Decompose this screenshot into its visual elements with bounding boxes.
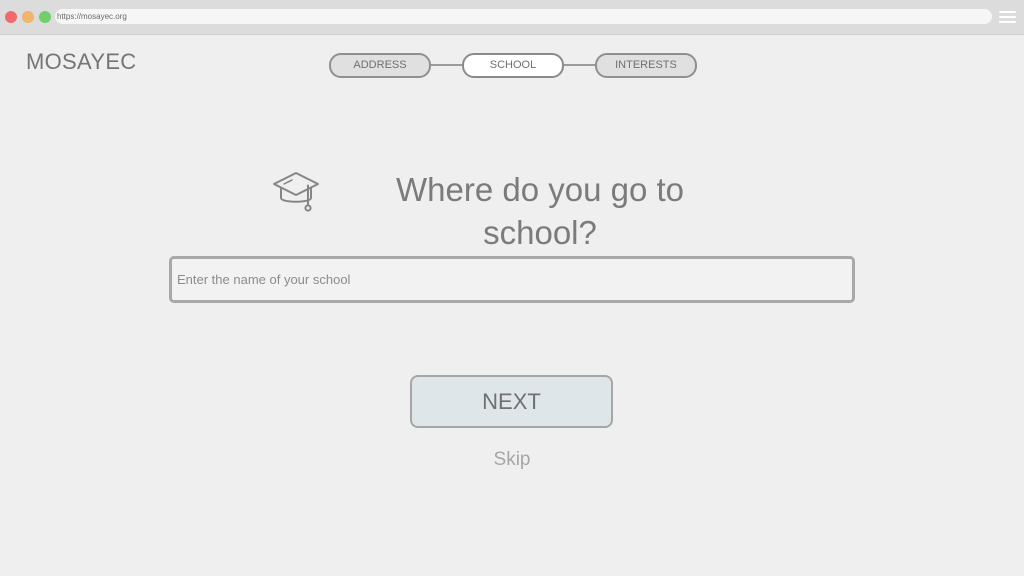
site-logo[interactable]: MOSAYEC bbox=[26, 49, 137, 75]
hamburger-menu-icon[interactable] bbox=[999, 10, 1016, 23]
step-address[interactable]: ADDRESS bbox=[329, 53, 431, 78]
browser-chrome: https://mosayec.org bbox=[0, 0, 1024, 35]
step-connector bbox=[431, 64, 462, 66]
step-school[interactable]: SCHOOL bbox=[462, 53, 564, 78]
graduation-cap-icon bbox=[273, 172, 319, 212]
step-interests[interactable]: INTERESTS bbox=[595, 53, 697, 78]
skip-link[interactable]: Skip bbox=[462, 449, 562, 471]
address-bar[interactable]: https://mosayec.org bbox=[55, 9, 992, 24]
next-button[interactable]: NEXT bbox=[410, 375, 613, 428]
step-connector bbox=[564, 64, 595, 66]
page-question: Where do you go to school? bbox=[395, 171, 684, 251]
minimize-window-button[interactable] bbox=[22, 11, 34, 23]
school-name-input[interactable] bbox=[169, 256, 855, 303]
close-window-button[interactable] bbox=[5, 11, 17, 23]
maximize-window-button[interactable] bbox=[39, 11, 51, 23]
